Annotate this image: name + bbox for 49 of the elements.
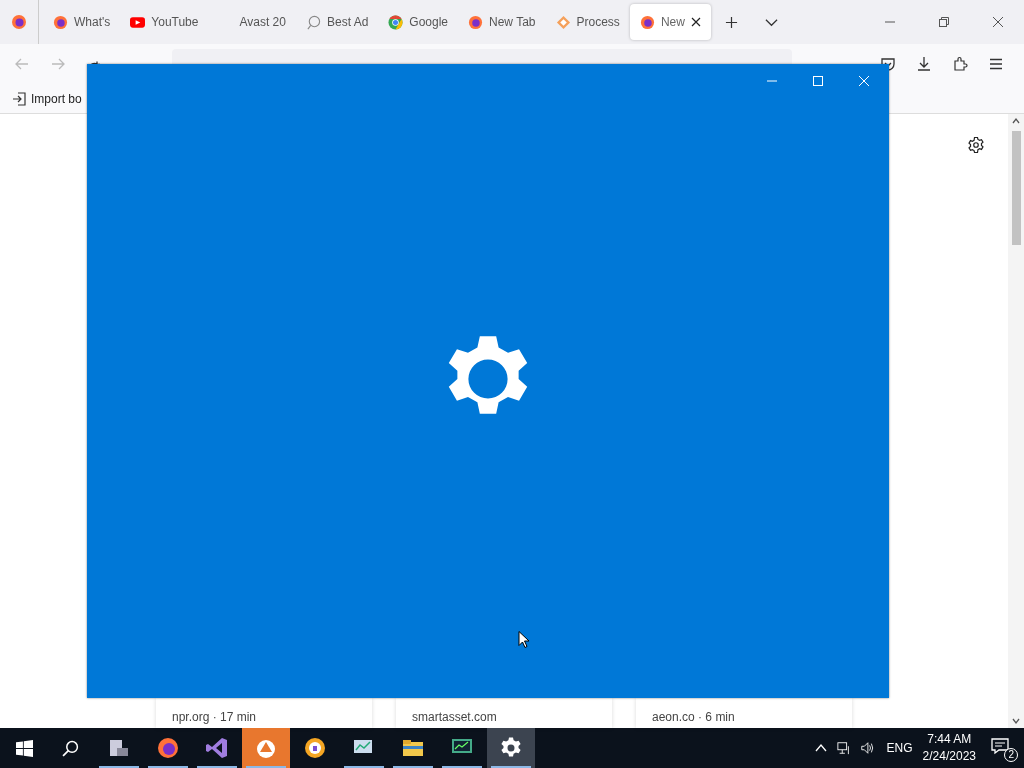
- card-source: aeon.co · 6 min: [652, 710, 735, 724]
- browser-tab[interactable]: New: [629, 4, 711, 40]
- scroll-down-icon[interactable]: [1011, 716, 1021, 726]
- speaker-icon[interactable]: [859, 741, 874, 755]
- story-card[interactable]: aeon.co · 6 min: [636, 698, 852, 728]
- visual-studio-icon: [205, 736, 229, 760]
- taskbar-app[interactable]: [487, 728, 535, 768]
- card-source: npr.org · 17 min: [172, 710, 257, 724]
- firefox-icon: [156, 736, 180, 760]
- settings-icon[interactable]: [967, 136, 985, 154]
- firefox-icon: [468, 14, 484, 30]
- story-card[interactable]: smartasset.com: [396, 698, 612, 728]
- bookmark-item[interactable]: Import bo: [12, 91, 82, 106]
- chrome-icon: [388, 14, 404, 30]
- browser-tab[interactable]: Google: [378, 4, 459, 40]
- clock[interactable]: 7:44 AM 2/24/2023: [922, 731, 976, 765]
- youtube-icon: [130, 14, 146, 30]
- menu-icon[interactable]: [988, 56, 1004, 72]
- language-indicator[interactable]: ENG: [886, 741, 913, 755]
- browser-tab[interactable]: Process: [545, 4, 630, 40]
- network-icon[interactable]: [836, 741, 851, 755]
- close-icon[interactable]: [690, 17, 701, 27]
- restore-icon[interactable]: [938, 16, 950, 28]
- mouse-cursor-icon: [518, 630, 530, 649]
- import-icon: [12, 91, 26, 106]
- download-icon[interactable]: [916, 56, 932, 72]
- close-icon[interactable]: [992, 16, 1004, 28]
- puzzle-icon[interactable]: [952, 56, 968, 72]
- firefox-icon: [53, 14, 68, 30]
- browser-tab[interactable]: Avast 20: [208, 4, 296, 40]
- maximize-icon[interactable]: [812, 75, 824, 87]
- plus-icon[interactable]: [724, 15, 738, 29]
- browser-tab[interactable]: What's: [43, 4, 121, 40]
- firefox-icon[interactable]: [11, 14, 27, 30]
- notification-count: 2: [1004, 748, 1018, 762]
- story-card[interactable]: npr.org · 17 min: [156, 698, 372, 728]
- notification-icon[interactable]: [990, 736, 1010, 756]
- browser-tab[interactable]: New Tab: [458, 4, 546, 40]
- browser-tab[interactable]: YouTube: [120, 4, 209, 40]
- firefox-icon: [639, 14, 655, 30]
- card-source: smartasset.com: [412, 710, 497, 724]
- search-icon[interactable]: [62, 739, 79, 757]
- scroll-up-icon[interactable]: [1011, 116, 1021, 126]
- settings-icon: [499, 736, 523, 760]
- scrollbar-thumb[interactable]: [1011, 131, 1021, 245]
- diamond-icon: [555, 14, 571, 30]
- address-field[interactable]: [172, 49, 792, 64]
- browser-tab[interactable]: Best Ad: [295, 4, 379, 40]
- windows-start-icon[interactable]: [16, 739, 33, 757]
